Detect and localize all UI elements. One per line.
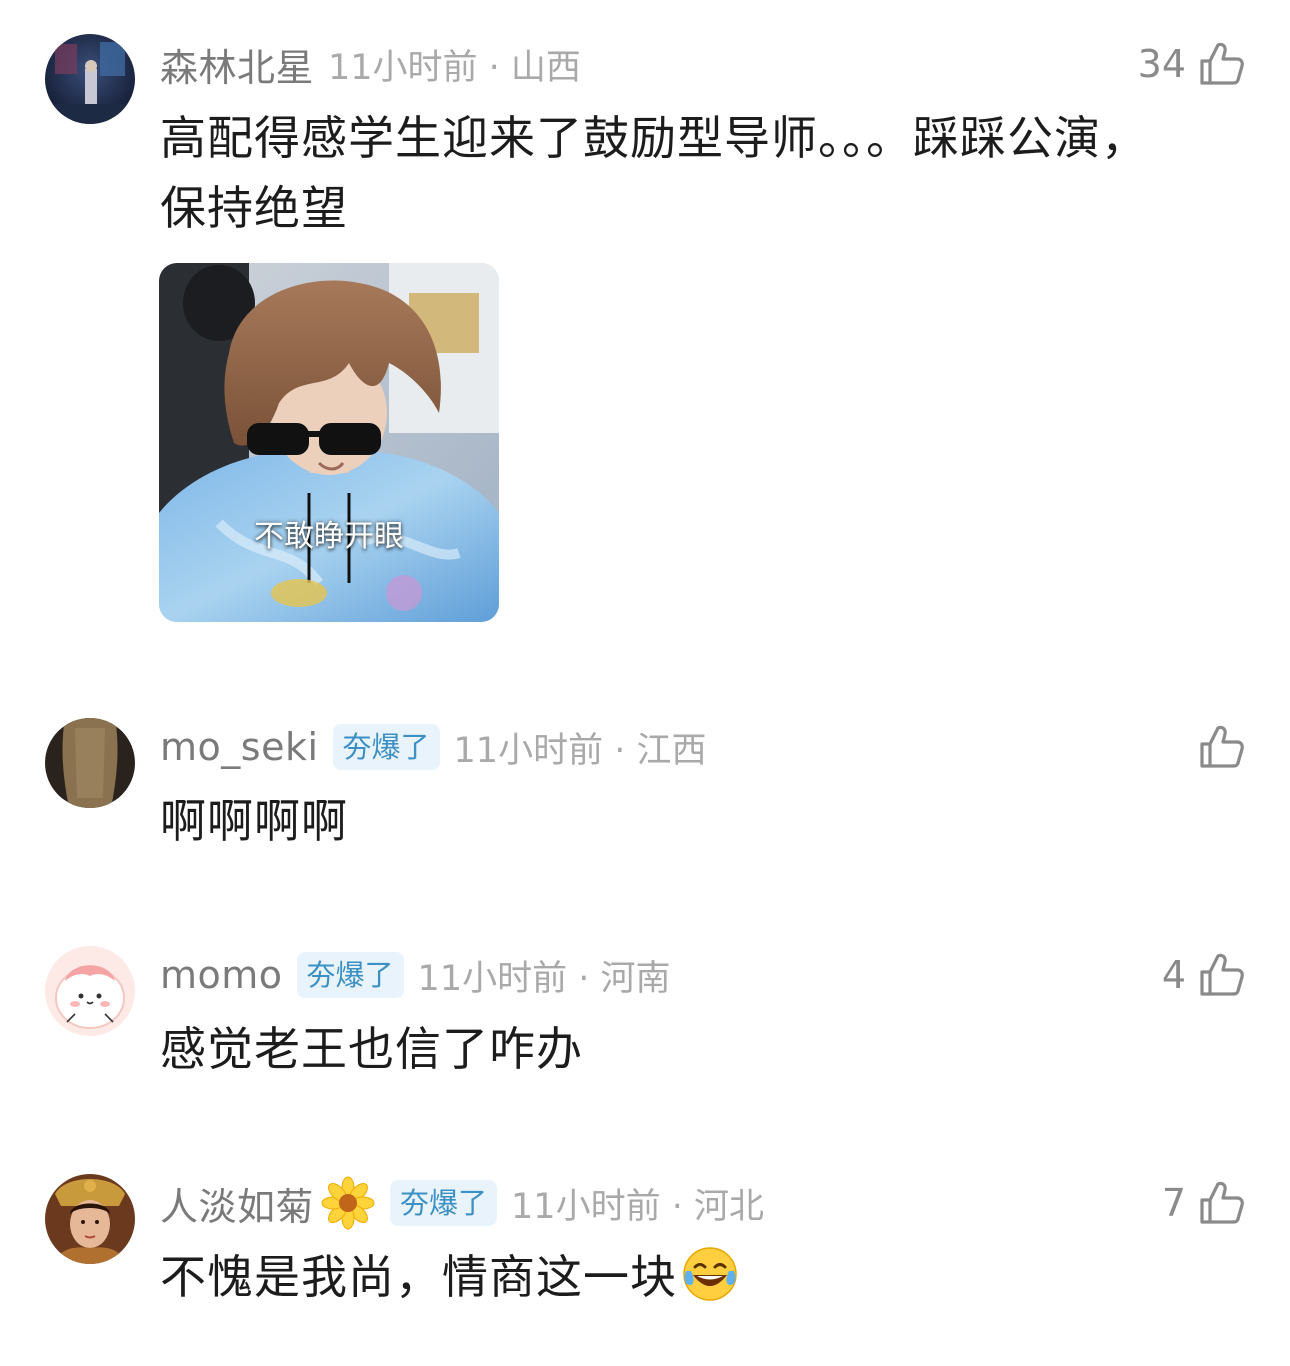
like-button[interactable]: 7 <box>1162 1173 1246 1233</box>
comment-meta: 人淡如菊 夯爆了 11小时前 · 河北 <box>160 1176 764 1231</box>
comment-item: momo 夯爆了 11小时前 · 河南 4 感觉老王也信了咋办 <box>0 928 1290 1128</box>
like-button[interactable]: 34 <box>1138 34 1246 94</box>
username[interactable]: mo_seki <box>160 725 319 769</box>
comment-text: 不愧是我尚，情商这一块 <box>160 1242 1210 1312</box>
thumbs-up-icon <box>1200 1181 1244 1224</box>
like-count: 4 <box>1161 953 1186 997</box>
comment-meta: 森林北星 11小时前 · 山西 <box>160 38 581 90</box>
avatar[interactable] <box>45 34 135 124</box>
username[interactable]: 人淡如菊 <box>160 1176 314 1231</box>
comment-item: 森林北星 11小时前 · 山西 34 高配得感学生迎来了鼓励型导师。。。踩踩公演… <box>0 0 1290 660</box>
sticker-caption: 不敢睁开眼 <box>254 519 404 554</box>
username[interactable]: 森林北星 <box>160 37 314 92</box>
avatar[interactable] <box>45 946 135 1036</box>
rating-badge: 夯爆了 <box>332 724 440 770</box>
flower-icon <box>321 1176 375 1230</box>
comment-text-line: 保持绝望 <box>160 181 348 235</box>
comment-item: mo_seki 夯爆了 11小时前 · 江西 啊啊啊啊 <box>0 700 1290 900</box>
time-location: 11小时前 · 江西 <box>453 730 707 771</box>
like-count: 34 <box>1137 42 1186 86</box>
time-location: 11小时前 · 河北 <box>511 1186 764 1227</box>
time-location: 11小时前 · 河南 <box>417 958 671 999</box>
comment-meta: momo 夯爆了 11小时前 · 河南 <box>160 949 670 1001</box>
avatar[interactable] <box>45 1174 135 1264</box>
time-location: 11小时前 · 山西 <box>328 47 581 88</box>
comment-text: 感觉老王也信了咋办 <box>160 1014 1210 1084</box>
like-button[interactable]: 4 <box>1162 945 1246 1005</box>
sticker-image[interactable]: 不敢睁开眼 <box>159 263 499 622</box>
rating-badge: 夯爆了 <box>296 952 404 998</box>
thumbs-up-icon <box>1200 725 1244 768</box>
thumbs-up-icon <box>1200 953 1244 996</box>
username[interactable]: momo <box>160 953 283 997</box>
comment-text: 啊啊啊啊 <box>160 786 1210 856</box>
rating-badge: 夯爆了 <box>390 1180 498 1226</box>
comment-text-span: 不愧是我尚，情商这一块 <box>160 1250 677 1304</box>
thumbs-up-icon <box>1200 42 1244 85</box>
comment-text-line: 高配得感学生迎来了鼓励型导师。。。踩踩公演， <box>160 111 1148 165</box>
comment-meta: mo_seki 夯爆了 11小时前 · 江西 <box>160 721 706 773</box>
avatar[interactable] <box>45 718 135 808</box>
like-count: 7 <box>1161 1181 1186 1225</box>
comment-text-line: 感觉老王也信了咋办 <box>160 1022 583 1076</box>
comment-text-line: 啊啊啊啊 <box>160 794 348 848</box>
comment-text-line: 不愧是我尚，情商这一块 <box>160 1242 1210 1312</box>
laughing-tears-icon <box>683 1247 737 1301</box>
comment-item: 人淡如菊 夯爆了 11小时前 · 河北 7 不愧是我尚，情商这一块 <box>0 1156 1290 1366</box>
like-button[interactable] <box>1196 717 1246 777</box>
comment-text: 高配得感学生迎来了鼓励型导师。。。踩踩公演， 保持绝望 <box>160 103 1210 243</box>
